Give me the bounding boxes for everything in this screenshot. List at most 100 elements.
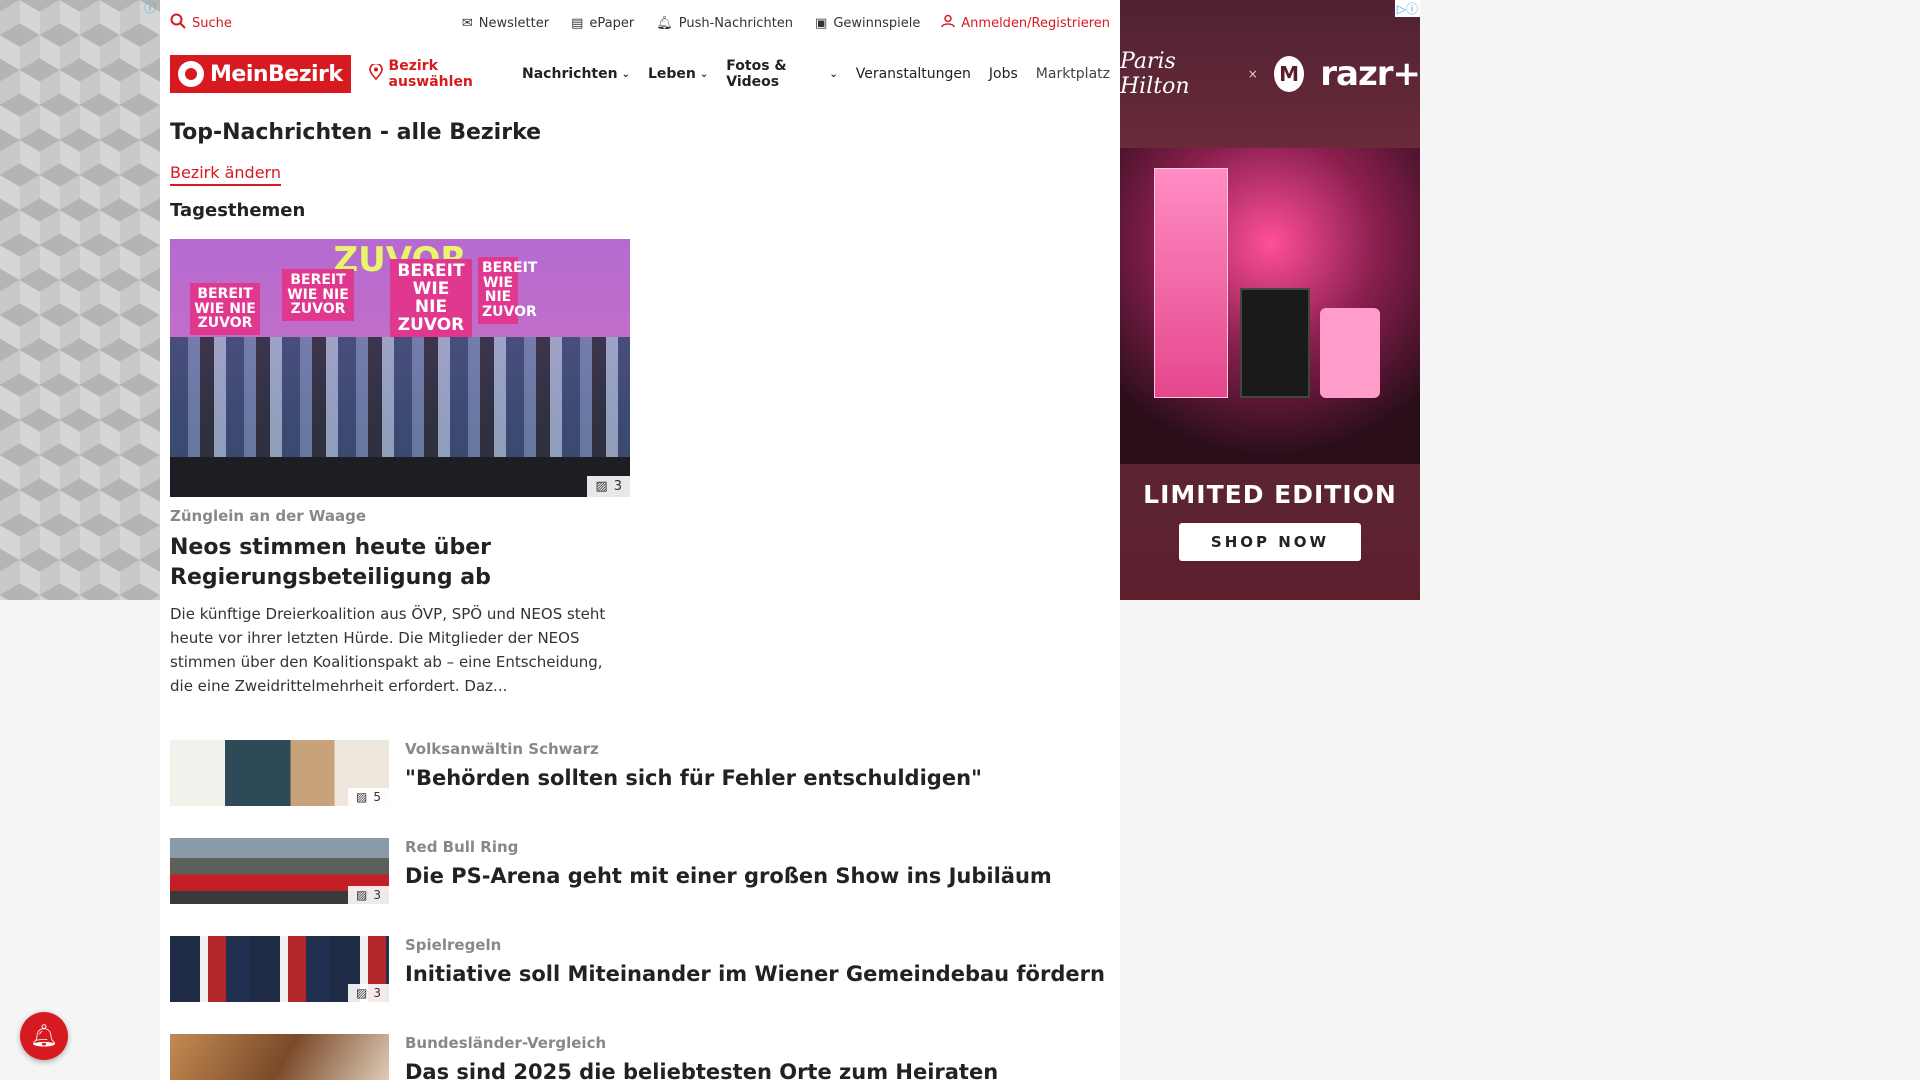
article-thumbnail[interactable]: ▨ 3 xyxy=(170,838,389,905)
map-pin-icon xyxy=(368,62,383,84)
image-count: 3 xyxy=(373,986,381,1001)
article-kicker: Bundesländer-Vergleich xyxy=(405,1034,607,1053)
gallery-icon: ▨ xyxy=(356,888,368,903)
image-count-badge: ▨ 5 xyxy=(348,788,389,807)
change-bezirk-link[interactable]: Bezirk ändern xyxy=(170,163,281,186)
hero-sign: BEREIT WIE NIE ZUVOR xyxy=(390,259,472,339)
shop-now-button[interactable]: SHOP NOW xyxy=(1178,523,1362,561)
hero-teaser: Die künftige Dreierkoalition aus ÖVP, SP… xyxy=(170,605,606,696)
list-item[interactable]: ▨ 3 Red Bull Ring Die PS-Arena geht mit … xyxy=(170,838,1110,936)
article-meta: Red Bull Ring Die PS-Arena geht mit eine… xyxy=(405,838,1052,936)
hero-article[interactable]: ZUVOR BEREIT WIE NIE ZUVOR BEREIT WIE NI… xyxy=(170,239,1110,698)
search-button[interactable]: Suche xyxy=(170,13,232,33)
push-notification-button[interactable]: 🔔︎ xyxy=(20,1012,68,1060)
nav-fotos-videos[interactable]: Fotos & Videos ⌄ xyxy=(726,58,837,90)
page-title: Top-Nachrichten - alle Bezirke xyxy=(170,120,542,145)
image-count: 3 xyxy=(373,888,381,903)
left-ad-background[interactable] xyxy=(0,0,160,600)
nav-label: Nachrichten xyxy=(522,66,618,82)
image-count-badge: ▨ 3 xyxy=(348,886,389,905)
ad-brand-row: Paris Hilton × M razr+ xyxy=(1120,0,1420,148)
ad-headline: LIMITED EDITION xyxy=(1143,480,1397,509)
gewinnspiele-label: Gewinnspiele xyxy=(833,15,921,31)
nav-marktplatz[interactable]: Marktplatz xyxy=(1036,66,1110,82)
hero-title[interactable]: Neos stimmen heute über Regierungsbeteil… xyxy=(170,533,630,592)
nav-label: Jobs xyxy=(988,66,1018,82)
right-ad-banner[interactable]: Paris Hilton × M razr+ LIMITED EDITION S… xyxy=(1120,0,1420,600)
image-count: 5 xyxy=(373,790,381,805)
article-thumbnail[interactable]: ▨ 3 xyxy=(170,936,389,1003)
nav-label: Leben xyxy=(647,66,696,82)
ad-separator: × xyxy=(1247,67,1258,81)
adchoices-icon[interactable]: ▷ⓘ xyxy=(1394,0,1420,17)
hero-image[interactable]: ZUVOR BEREIT WIE NIE ZUVOR BEREIT WIE NI… xyxy=(170,239,630,497)
list-item[interactable]: ▨ 3 Spielregeln Initiative soll Miteinan… xyxy=(170,936,1110,1034)
gift-icon: ▣ xyxy=(815,15,828,31)
main-nav: MeinBezirk Bezirk auswählen Nachrichten … xyxy=(160,46,1120,102)
newsletter-link[interactable]: ✉ Newsletter xyxy=(462,16,549,31)
main-column: Suche ✉ Newsletter ▤ ePaper 🔔︎ Push-Nach… xyxy=(160,0,1120,1080)
bezirk-select[interactable]: Bezirk auswählen xyxy=(368,58,504,90)
nav-jobs[interactable]: Jobs xyxy=(989,66,1018,82)
article-title[interactable]: Initiative soll Miteinander im Wiener Ge… xyxy=(405,962,1105,986)
logo-text: MeinBezirk xyxy=(210,61,343,87)
chevron-down-icon: ⌄ xyxy=(621,68,630,80)
nav-label: Marktplatz xyxy=(1035,66,1110,82)
article-meta: Volksanwältin Schwarz "Behörden sollten … xyxy=(405,740,982,838)
article-thumbnail[interactable] xyxy=(170,1034,389,1080)
bell-icon: 🔔︎ xyxy=(656,15,673,31)
newspaper-icon: ▤ xyxy=(571,15,584,31)
nav-veranstaltungen[interactable]: Veranstaltungen xyxy=(856,66,971,82)
hero-sign: BEREIT WIE NIE ZUVOR xyxy=(282,269,354,322)
gewinnspiele-link[interactable]: ▣ Gewinnspiele xyxy=(815,16,920,31)
site-logo[interactable]: MeinBezirk xyxy=(170,55,351,93)
login-label: Anmelden/Registrieren xyxy=(961,15,1110,31)
ad-info-icon[interactable]: ⓘ xyxy=(142,0,158,16)
article-kicker: Red Bull Ring xyxy=(405,838,519,857)
ad-brand-paris: Paris Hilton xyxy=(1120,49,1190,99)
article-thumbnail[interactable]: ▨ 5 xyxy=(170,740,389,807)
ad-brand-razr: razr+ xyxy=(1320,54,1420,94)
article-meta: Bundesländer-Vergleich Das sind 2025 die… xyxy=(405,1034,998,1080)
nav-label: Fotos & Videos xyxy=(726,58,787,90)
ad-product-image xyxy=(1120,148,1420,464)
list-item[interactable]: ▨ 5 Volksanwältin Schwarz "Behörden soll… xyxy=(170,740,1110,838)
hero-sign: BEREIT WIE NIE ZUVOR xyxy=(190,283,260,336)
list-item[interactable]: Bundesländer-Vergleich Das sind 2025 die… xyxy=(170,1034,1110,1080)
article-title[interactable]: Das sind 2025 die beliebtesten Orte zum … xyxy=(405,1060,998,1080)
article-title[interactable]: "Behörden sollten sich für Fehler entsch… xyxy=(405,766,982,790)
newsletter-label: Newsletter xyxy=(478,15,550,31)
push-label: Push-Nachrichten xyxy=(678,15,794,31)
article-meta: Spielregeln Initiative soll Miteinander … xyxy=(405,936,1105,1034)
epaper-label: ePaper xyxy=(589,15,635,31)
image-count-badge: ▨ 3 xyxy=(348,984,389,1003)
gallery-icon: ▨ xyxy=(356,790,368,805)
user-icon xyxy=(941,14,956,32)
nav-leben[interactable]: Leben ⌄ xyxy=(648,66,708,82)
article-kicker: Spielregeln xyxy=(405,936,502,955)
ad-phone-case xyxy=(1320,308,1380,398)
topbar: Suche ✉ Newsletter ▤ ePaper 🔔︎ Push-Nach… xyxy=(160,0,1120,46)
motorola-logo-icon: M xyxy=(1273,56,1305,92)
image-count-badge: ▨ 3 xyxy=(587,476,630,497)
article-list: ▨ 5 Volksanwältin Schwarz "Behörden soll… xyxy=(170,740,1110,1080)
envelope-icon: ✉ xyxy=(461,15,473,31)
chevron-down-icon: ⌄ xyxy=(829,68,838,80)
stage-shape xyxy=(170,457,630,497)
epaper-link[interactable]: ▤ ePaper xyxy=(571,16,634,31)
nav-nachrichten[interactable]: Nachrichten ⌄ xyxy=(522,66,630,82)
article-title[interactable]: Die PS-Arena geht mit einer großen Show … xyxy=(405,864,1052,888)
content-area: Top-Nachrichten - alle Bezirke Bezirk än… xyxy=(160,102,1120,1080)
push-link[interactable]: 🔔︎ Push-Nachrichten xyxy=(656,16,793,31)
utility-links: ✉ Newsletter ▤ ePaper 🔔︎ Push-Nachrichte… xyxy=(462,16,920,31)
logo-icon xyxy=(178,61,204,87)
search-label: Suche xyxy=(192,15,232,31)
crowd-shape xyxy=(170,337,630,457)
article-kicker: Volksanwältin Schwarz xyxy=(405,740,599,759)
gallery-icon: ▨ xyxy=(595,479,608,494)
image-count: 3 xyxy=(613,479,622,494)
search-icon xyxy=(170,13,186,33)
ad-product-box xyxy=(1154,168,1228,398)
gallery-icon: ▨ xyxy=(356,986,368,1001)
login-link[interactable]: Anmelden/Registrieren xyxy=(941,14,1110,32)
